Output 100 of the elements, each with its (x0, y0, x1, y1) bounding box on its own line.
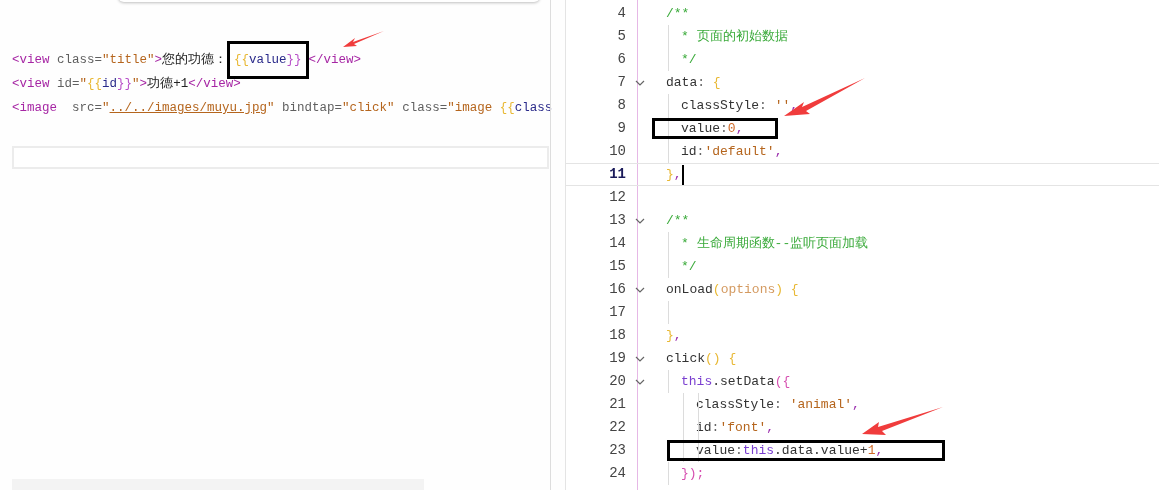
line-number: 10 (608, 142, 626, 161)
line-number: 21 (608, 395, 626, 414)
code-punctuation: : (697, 74, 707, 92)
code-string: " (102, 100, 110, 117)
code-text: 功德+1 (147, 75, 189, 93)
code-brace: }} (117, 76, 133, 93)
code-identifier: classStyle (696, 396, 774, 414)
code-string: " (79, 76, 88, 93)
line-number: 16 (608, 280, 626, 299)
code-tag: </view> (308, 48, 362, 72)
code-identifier: value (681, 120, 720, 138)
code-number: 1 (867, 442, 876, 460)
code-punctuation: , (673, 166, 682, 184)
code-text: 您的功德： (162, 51, 228, 69)
code-identifier: .setData (712, 373, 775, 391)
code-identifier: id (681, 143, 697, 161)
code-string: " (267, 100, 275, 117)
code-identifier: value (696, 442, 735, 460)
code-comment: * 页面的初始数据 (681, 28, 788, 46)
code-identifier: classStyle (681, 97, 759, 115)
line-number: 11 (608, 165, 626, 184)
code-number: 0 (727, 120, 736, 138)
line-number: 14 (608, 234, 626, 253)
code-string: "click" (342, 100, 395, 117)
code-attribute: class= (56, 52, 103, 69)
code-comment: */ (681, 51, 697, 69)
file-link[interactable]: ../../images/muyu.jpg (109, 96, 268, 120)
code-punctuation: : (720, 120, 728, 138)
code-brace: {{ (87, 76, 103, 93)
code-comment: /** (666, 212, 690, 230)
line-number: 24 (608, 464, 626, 483)
code-punctuation: , (875, 442, 884, 460)
code-string: 'default' (704, 143, 775, 161)
code-brace: {{ (234, 53, 250, 67)
code-punctuation: , (766, 419, 775, 437)
code-tag: > (139, 72, 148, 96)
line-number: 8 (616, 96, 626, 115)
code-comment: */ (681, 258, 697, 276)
code-tag: </view> (188, 72, 241, 96)
line-number: 15 (608, 257, 626, 276)
line-number: 17 (608, 303, 626, 322)
code-attribute: bindtap= (281, 100, 343, 117)
code-string: 'animal' (789, 396, 853, 414)
code-string: "image (447, 100, 494, 117)
code-punctuation: : (735, 442, 743, 460)
code-comment: /** (666, 5, 690, 23)
fold-chevron-icon[interactable] (634, 79, 645, 86)
code-punctuation: : (711, 419, 720, 437)
fold-chevron-icon[interactable] (634, 286, 645, 293)
code-brace: } (666, 327, 674, 345)
line-number: 9 (616, 119, 626, 138)
code-punctuation: , (774, 143, 783, 161)
code-attribute: src= (71, 100, 103, 117)
code-punctuation: ({ (774, 373, 791, 391)
line-number: 18 (608, 326, 626, 345)
code-punctuation: : (696, 143, 705, 161)
fold-chevron-icon[interactable] (634, 378, 645, 385)
code-string: 'font' (719, 419, 767, 437)
code-punctuation: , (735, 120, 744, 138)
fold-chevron-icon[interactable] (634, 355, 645, 362)
code-identifier: onLoad (666, 281, 713, 299)
code-parameter: options (720, 281, 776, 299)
code-keyword: this (742, 442, 775, 460)
code-punctuation: , (673, 327, 682, 345)
code-brace: } (666, 166, 674, 184)
code-attribute: id= (56, 76, 80, 93)
code-variable: value (249, 53, 287, 67)
code-string: " (132, 76, 140, 93)
code-comment: * 生命周期函数--监听页面加载 (681, 235, 869, 253)
code-brace: }} (286, 53, 302, 67)
line-number: 7 (616, 73, 626, 92)
code-attribute: class= (401, 100, 448, 117)
code-keyword: this (681, 373, 713, 391)
code-brace: () { (705, 350, 737, 368)
code-tag: > (154, 48, 163, 72)
line-number: 13 (608, 211, 626, 230)
line-number: 19 (608, 349, 626, 368)
code-identifier: .data.value+ (774, 442, 868, 460)
code-brace: ) { (775, 281, 799, 299)
line-number: 6 (616, 50, 626, 69)
code-brace: ( (712, 281, 721, 299)
line-number: 4 (616, 4, 626, 23)
code-tag: <view (12, 48, 50, 72)
code-punctuation: : (759, 97, 768, 115)
input-field[interactable] (12, 146, 549, 169)
code-variable: class (514, 100, 553, 117)
code-tag: <image (12, 96, 57, 120)
line-number: 5 (616, 27, 626, 46)
code-punctuation: : (774, 396, 783, 414)
fold-chevron-icon[interactable] (634, 217, 645, 224)
code-string: '' (774, 97, 791, 115)
code-brace: {{ (499, 100, 515, 117)
code-punctuation: , (852, 396, 860, 414)
line-number: 20 (608, 372, 626, 391)
line-number: 22 (608, 418, 626, 437)
code-tag: <view (12, 72, 50, 96)
code-punctuation: }); (681, 465, 705, 483)
code-variable: id (102, 76, 118, 93)
line-number: 23 (608, 441, 626, 460)
code-punctuation: , (790, 97, 799, 115)
